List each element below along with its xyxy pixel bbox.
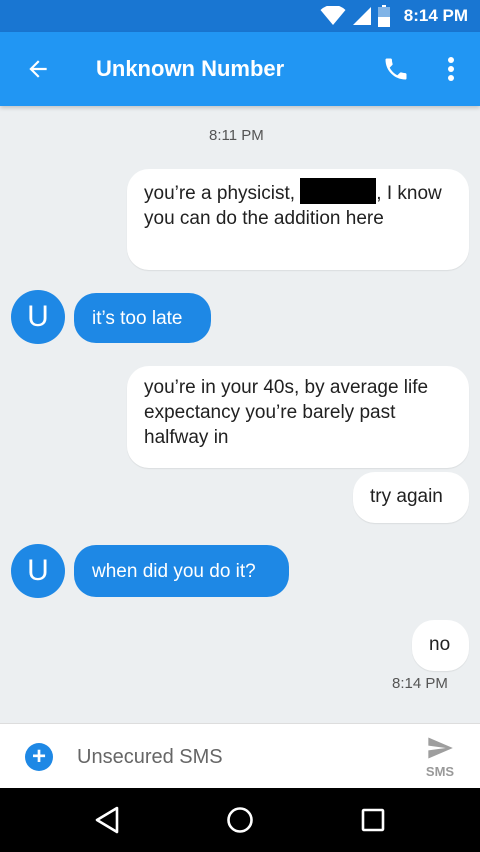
nav-back-button[interactable] — [91, 804, 123, 836]
navigation-bar — [0, 788, 480, 852]
plus-icon: + — [31, 743, 46, 770]
outgoing-message[interactable]: try again — [353, 472, 469, 523]
message-text: it’s too late — [92, 307, 183, 329]
incoming-message[interactable]: it’s too late — [74, 293, 211, 343]
square-recents-icon — [361, 808, 385, 832]
add-attachment-button[interactable]: + — [25, 743, 53, 771]
message-text: when did you do it? — [92, 560, 256, 582]
timestamp: 8:14 PM — [392, 675, 448, 692]
message-text: try again — [370, 486, 443, 507]
send-label: SMS — [425, 764, 455, 779]
redaction-box — [300, 178, 377, 204]
message-text: you’re a physicist, — [144, 183, 301, 204]
message-composer: + SMS — [0, 723, 480, 788]
send-button[interactable]: SMS — [418, 732, 462, 786]
message-text: you’re in your 40s, by average life expe… — [144, 377, 429, 448]
send-icon — [428, 737, 453, 759]
status-bar: 8:14 PM — [0, 0, 480, 32]
status-time: 8:14 PM — [403, 6, 468, 25]
avatar[interactable]: U — [11, 544, 65, 598]
call-button[interactable] — [378, 51, 414, 87]
message-input[interactable] — [75, 745, 379, 770]
avatar[interactable]: U — [11, 290, 65, 344]
more-vert-icon — [448, 57, 454, 81]
message-text: no — [429, 634, 451, 655]
phone-icon — [385, 58, 407, 80]
circle-home-icon — [227, 807, 253, 833]
timestamp: 8:11 PM — [209, 127, 264, 144]
more-options-button[interactable] — [436, 51, 466, 87]
incoming-message[interactable]: when did you do it? — [74, 545, 289, 597]
outgoing-message[interactable]: you’re a physicist, , I know you can do … — [127, 169, 469, 270]
nav-home-button[interactable] — [224, 804, 256, 836]
outgoing-message[interactable]: you’re in your 40s, by average life expe… — [127, 366, 469, 468]
status-icons: 8:14 PM — [320, 0, 468, 32]
conversation-title: Unknown Number — [96, 56, 285, 81]
arrow-back-icon — [29, 60, 47, 78]
battery-icon — [377, 5, 390, 27]
outgoing-message[interactable]: no — [412, 620, 469, 671]
signal-icon — [352, 7, 371, 25]
triangle-back-icon — [95, 806, 119, 834]
wifi-icon — [320, 6, 346, 25]
app-bar: Unknown Number — [0, 32, 480, 106]
nav-recents-button[interactable] — [357, 804, 389, 836]
back-button[interactable] — [20, 51, 56, 87]
